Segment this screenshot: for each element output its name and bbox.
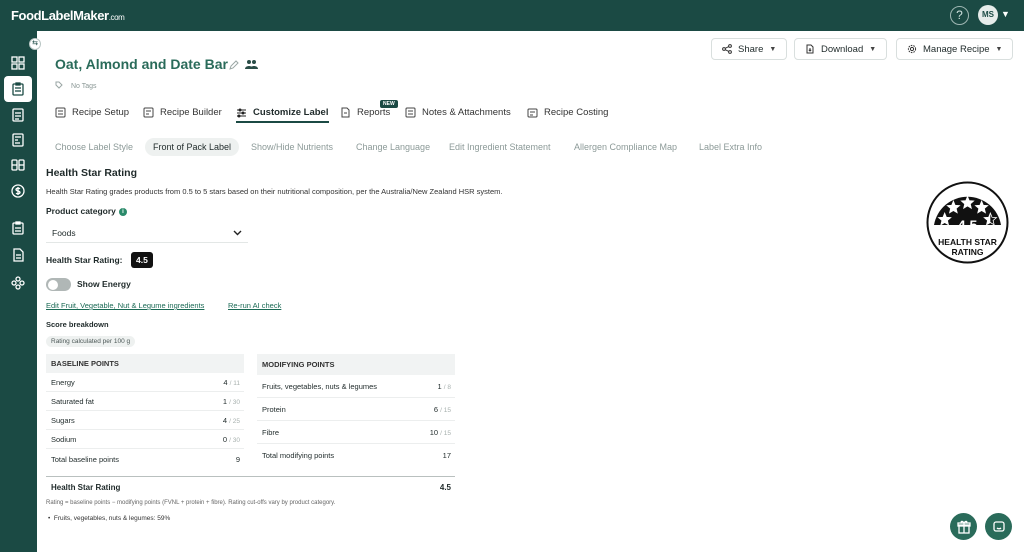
badge-line1: HEALTH STAR (938, 237, 997, 247)
chevron-down-icon: ▼ (995, 45, 1003, 53)
gear-icon (907, 44, 917, 54)
product-category-value: Foods (52, 227, 76, 238)
section-description: Health Star Rating grades products from … (46, 187, 503, 196)
baseline-header: BASELINE POINTS (46, 354, 244, 373)
integrations-icon[interactable] (7, 272, 29, 294)
subtab-choose-label-style[interactable]: Choose Label Style (55, 142, 133, 152)
tag-icon (55, 81, 63, 91)
show-energy-toggle[interactable] (46, 278, 71, 291)
chevron-down-icon: ▼ (869, 45, 877, 53)
chevron-down-icon: ▼ (769, 45, 777, 53)
tab-customize-label[interactable]: Customize Label (236, 104, 329, 123)
table-row: Fibre 10 / 15 (257, 421, 455, 444)
chat-icon (992, 520, 1005, 532)
table-row: Sodium 0 / 30 (46, 430, 244, 449)
ingredients-icon[interactable] (7, 154, 29, 176)
badge-line2: RATING (952, 247, 984, 257)
gift-button[interactable] (950, 513, 977, 540)
table-row: Protein 6 / 15 (257, 398, 455, 421)
tags-row[interactable]: No Tags (55, 81, 97, 91)
tab-recipe-costing[interactable]: Recipe Costing (527, 104, 608, 120)
table-row: Sugars 4 / 25 (46, 411, 244, 430)
product-category-label: Product category i (46, 206, 127, 216)
notes-icon (405, 107, 416, 117)
document-icon[interactable] (7, 244, 29, 266)
manage-recipe-label: Manage Recipe (923, 43, 990, 55)
info-icon[interactable]: i (118, 208, 127, 216)
final-rating-label: Health Star Rating (51, 482, 121, 492)
download-icon (806, 44, 814, 54)
table-row: Saturated fat 1 / 30 (46, 392, 244, 411)
share-button[interactable]: Share ▼ (711, 38, 788, 60)
modifying-points-table: MODIFYING POINTS Fruits, vegetables, nut… (257, 354, 455, 467)
tab-notes-attachments[interactable]: Notes & Attachments (405, 104, 511, 120)
costing-dollar-icon[interactable] (7, 180, 29, 202)
dashboard-grid-icon[interactable] (7, 52, 29, 74)
show-energy-label: Show Energy (77, 279, 131, 289)
new-badge: NEW (380, 100, 398, 108)
recipe-title: Oat, Almond and Date Bar (55, 56, 228, 72)
subtab-label-extra-info[interactable]: Label Extra Info (699, 142, 762, 152)
manage-recipe-button[interactable]: Manage Recipe ▼ (896, 38, 1014, 60)
subtab-allergen-compliance-map[interactable]: Allergen Compliance Map (574, 142, 677, 152)
final-rating-value: 4.5 (439, 482, 451, 492)
gift-icon (956, 520, 971, 534)
edit-fvnl-link[interactable]: Edit Fruit, Vegetable, Nut & Legume ingr… (46, 301, 204, 310)
reports-icon (341, 107, 350, 117)
checklist-icon[interactable] (7, 104, 29, 126)
rating-label: Health Star Rating: (46, 255, 123, 265)
subtab-front-of-pack-label[interactable]: Front of Pack Label (145, 138, 240, 156)
collaborators-icon[interactable] (245, 57, 258, 75)
modifying-total-row: Total modifying points 17 (262, 451, 451, 460)
final-rating-row: Health Star Rating 4.5 (46, 476, 455, 497)
baseline-points-table: BASELINE POINTS Energy 4 / 11 Saturated … (46, 354, 244, 469)
tab-recipe-setup[interactable]: Recipe Setup (55, 104, 129, 120)
modifying-header: MODIFYING POINTS (257, 354, 455, 375)
chat-button[interactable] (985, 513, 1012, 540)
help-icon[interactable]: ? (950, 6, 969, 25)
top-bar: FoodLabelMaker.com ? MS ▼ (0, 0, 1024, 31)
table-row: Energy 4 / 11 (46, 373, 244, 392)
download-button[interactable]: Download ▼ (794, 38, 888, 60)
user-avatar[interactable]: MS (978, 5, 998, 25)
score-breakdown-label: Score breakdown (46, 320, 109, 329)
sidebar (0, 31, 37, 552)
nutrition-label-icon[interactable] (7, 129, 29, 151)
download-label: Download (821, 43, 864, 55)
share-icon (722, 44, 732, 54)
subtab-show-hide-nutrients[interactable]: Show/Hide Nutrients (251, 142, 333, 152)
sidebar-collapse-icon[interactable]: ⇆ (29, 38, 41, 50)
recipe-setup-icon (55, 107, 66, 117)
rating-basis-chip: Rating calculated per 100 g (46, 336, 136, 347)
rating-value-badge: 4.5 (131, 252, 153, 268)
chevron-down-icon (233, 230, 242, 235)
share-label: Share (738, 43, 764, 55)
no-tags-label: No Tags (71, 82, 97, 90)
subtab-edit-ingredient-statement[interactable]: Edit Ingredient Statement (449, 142, 551, 152)
health-star-rating-badge: 4.5 HEALTH STAR RATING (926, 181, 1009, 264)
clipboard-list-icon[interactable] (7, 217, 29, 239)
rerun-ai-check-link[interactable]: Re-run AI check (228, 301, 281, 310)
formula-note: Rating = baseline points − modifying poi… (46, 500, 336, 506)
app-logo[interactable]: FoodLabelMaker.com (11, 8, 125, 23)
subtab-change-language[interactable]: Change Language (356, 142, 430, 152)
section-title: Health Star Rating (46, 167, 138, 179)
sliders-icon (237, 108, 246, 117)
baseline-total-row: Total baseline points 9 (51, 454, 240, 464)
badge-number: 4.5 (958, 217, 978, 233)
tab-recipe-builder[interactable]: Recipe Builder (143, 104, 222, 120)
edit-pencil-icon[interactable] (229, 57, 239, 75)
chevron-down-icon[interactable]: ▼ (1001, 9, 1010, 19)
fvnl-note: • Fruits, vegetables, nuts & legumes: 59… (48, 515, 171, 522)
table-row: Fruits, vegetables, nuts & legumes 1 / 8 (257, 375, 455, 398)
recipe-builder-icon (143, 107, 154, 117)
costing-icon (527, 108, 538, 117)
product-category-select[interactable]: Foods (46, 223, 248, 243)
recipe-clipboard-icon[interactable] (4, 76, 32, 102)
